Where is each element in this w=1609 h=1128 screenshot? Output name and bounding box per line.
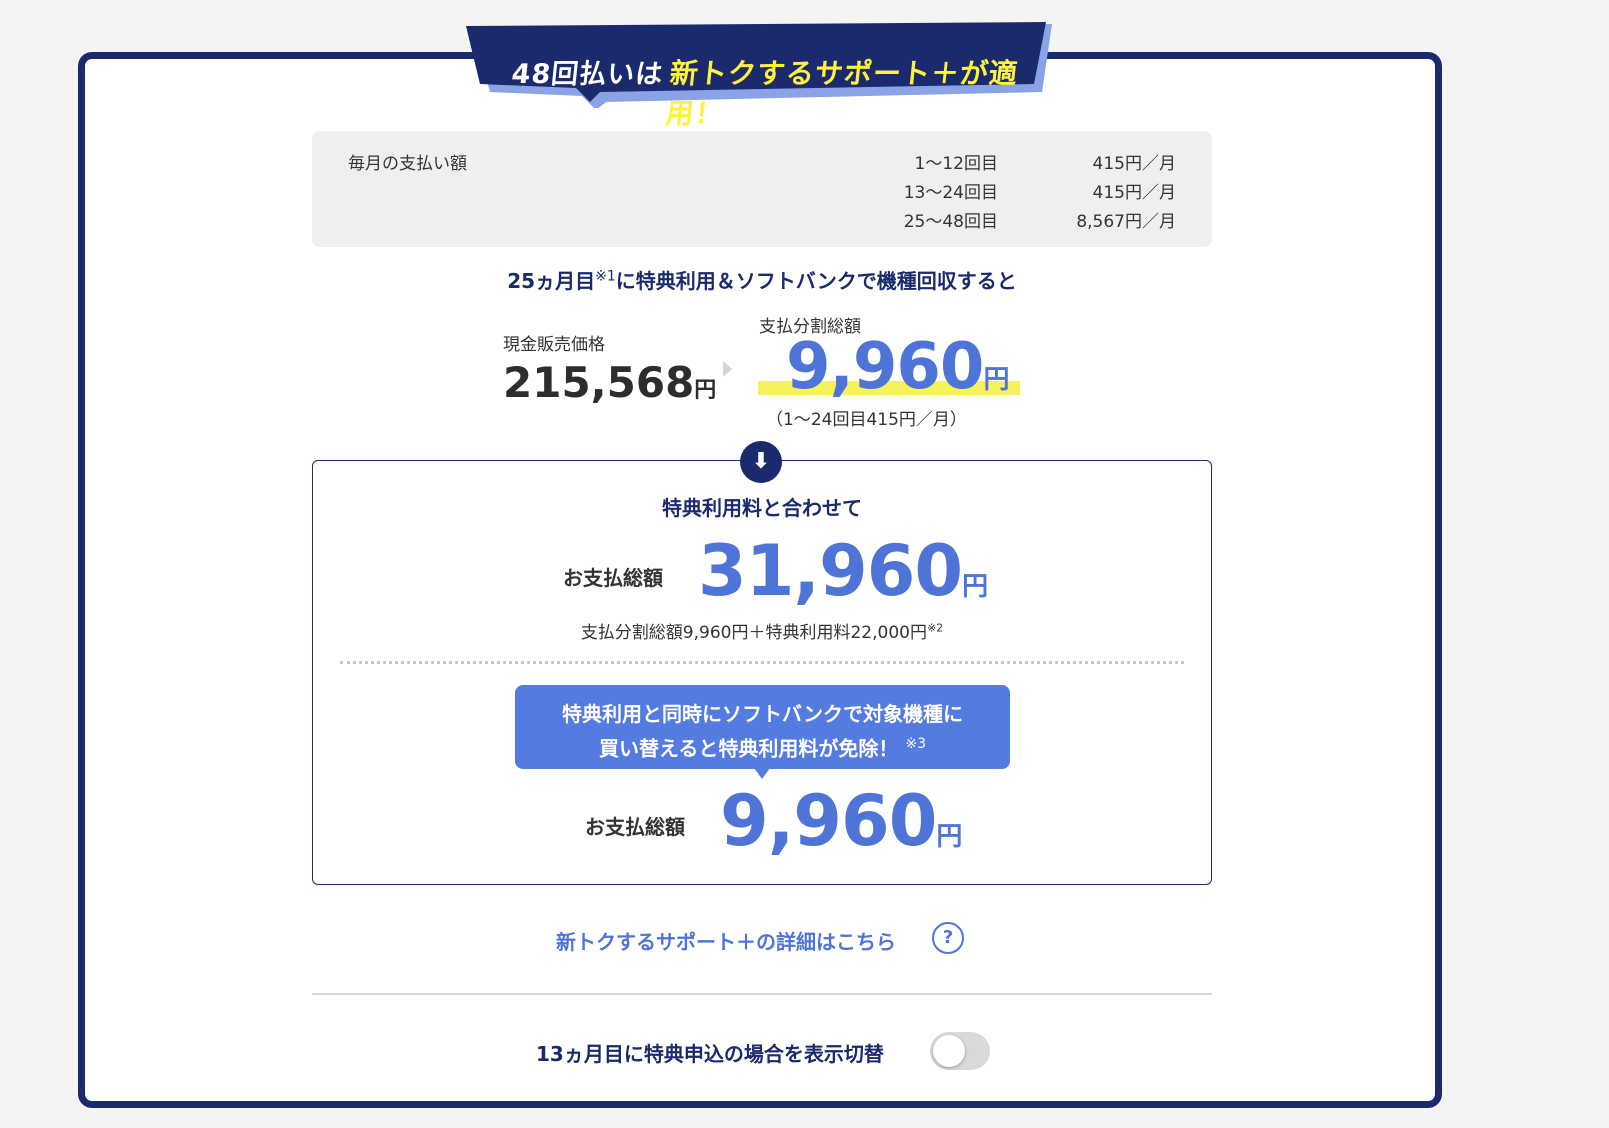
headline-note: ※1 <box>595 268 616 285</box>
breakdown-note: ※2 <box>926 621 944 635</box>
installment-total-unit: 円 <box>983 365 1010 395</box>
arrow-down-icon: ⬇ <box>740 441 782 483</box>
bubble-line2-text: 買い替えると特典利用料が免除！ <box>598 736 899 761</box>
cash-price-number: 215,568 <box>503 358 695 407</box>
cash-price-value: 215,568円 <box>503 358 716 407</box>
installment-note: （1〜24回目415円／月） <box>766 410 967 430</box>
monthly-row: 25〜48回目 8,567円／月 <box>312 207 1212 232</box>
exemption-bubble: 特典利用と同時にソフトバンクで対象機種に 買い替えると特典利用料が免除！ ※3 <box>515 685 1010 769</box>
total-box-heading: 特典利用料と合わせて <box>662 496 862 520</box>
support-banner: 48回払いは 新トクするサポート＋が適用！ <box>466 22 1056 130</box>
arrow-right-icon <box>723 361 732 377</box>
exempt-total-number: 9,960 <box>720 780 937 862</box>
toggle-label: 13ヵ月目に特典申込の場合を表示切替 <box>536 1042 884 1066</box>
monthly-row: 1〜12回目 415円／月 <box>312 149 1212 174</box>
monthly-price: 415円／月 <box>1092 183 1176 203</box>
monthly-row: 13〜24回目 415円／月 <box>312 178 1212 203</box>
monthly-price: 415円／月 <box>1092 154 1176 174</box>
headline-suffix: に特典利用＆ソフトバンクで機種回収すると <box>615 269 1017 293</box>
monthly-period: 13〜24回目 <box>903 183 998 203</box>
exempt-total-unit: 円 <box>936 822 963 852</box>
exempt-total-label: お支払総額 <box>585 815 685 839</box>
offer-headline: 25ヵ月目※1に特典利用＆ソフトバンクで機種回収すると <box>312 265 1212 294</box>
exempt-total-value: 9,960円 <box>720 780 962 862</box>
total-payment-label: お支払総額 <box>563 566 663 590</box>
support-detail-link[interactable]: 新トクするサポート＋の詳細はこちら <box>556 926 896 955</box>
dotted-divider <box>340 661 1184 664</box>
monthly-period: 25〜48回目 <box>903 212 998 232</box>
monthly-payment-table: 毎月の支払い額 1〜12回目 415円／月 13〜24回目 415円／月 25〜… <box>312 131 1212 247</box>
breakdown-text: 支払分割総額9,960円＋特典利用料22,000円 <box>580 623 927 643</box>
cash-price-unit: 円 <box>694 378 717 403</box>
monthly-period: 1〜12回目 <box>914 154 998 174</box>
banner-left-text: 48回払いは <box>510 59 665 90</box>
toggle-knob <box>933 1035 965 1067</box>
display-toggle-switch[interactable] <box>930 1032 990 1070</box>
question-icon[interactable]: ? <box>932 922 964 954</box>
installment-total-value: 9,960円 <box>786 330 1009 404</box>
total-payment-number: 31,960 <box>698 530 963 612</box>
bubble-tail <box>754 768 770 779</box>
section-divider <box>312 993 1212 995</box>
installment-total-number: 9,960 <box>786 330 984 404</box>
cash-price-label: 現金販売価格 <box>503 335 605 355</box>
headline-prefix: 25ヵ月目 <box>507 269 596 293</box>
bubble-line2: 買い替えると特典利用料が免除！ ※3 <box>515 729 1010 764</box>
total-payment-value: 31,960円 <box>698 530 988 612</box>
bubble-note: ※3 <box>905 736 926 752</box>
total-payment-unit: 円 <box>962 572 989 602</box>
total-breakdown: 支払分割総額9,960円＋特典利用料22,000円※2 <box>312 618 1212 643</box>
bubble-line1: 特典利用と同時にソフトバンクで対象機種に <box>562 702 963 726</box>
banner-right-text: 新トクするサポート＋が適用！ <box>664 57 1020 130</box>
monthly-price: 8,567円／月 <box>1076 212 1176 232</box>
